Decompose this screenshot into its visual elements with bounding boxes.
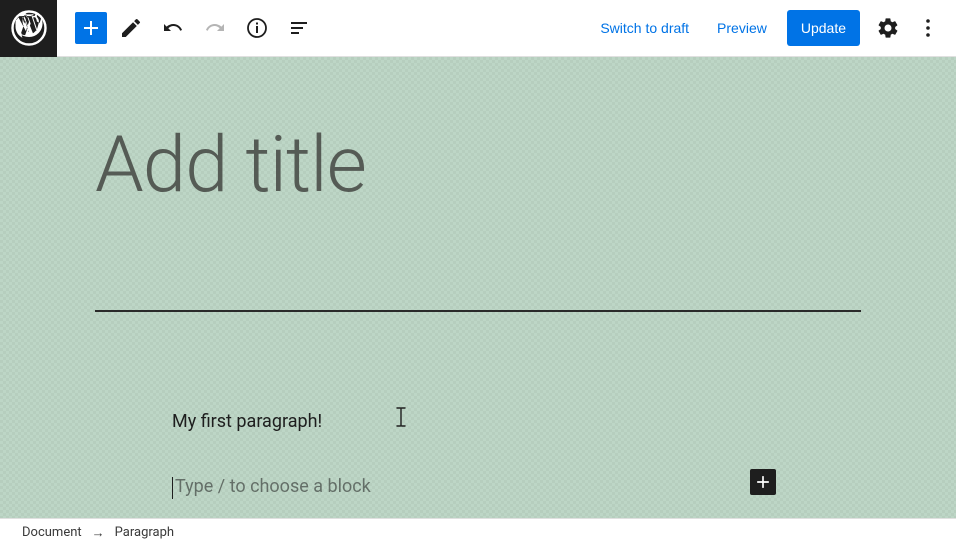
content-area: Add title [95, 57, 861, 205]
empty-block-prompt[interactable]: Type / to choose a block [172, 475, 371, 497]
outline-button[interactable] [281, 10, 317, 46]
preview-button[interactable]: Preview [705, 12, 779, 44]
editor-canvas[interactable]: Add title My first paragraph! Type / to … [0, 57, 956, 518]
options-button[interactable] [910, 10, 946, 46]
info-icon [245, 16, 269, 40]
tools-button[interactable] [113, 10, 149, 46]
paragraph-block-1[interactable]: My first paragraph! [172, 411, 322, 432]
undo-icon [161, 16, 185, 40]
wordpress-icon [11, 10, 47, 46]
switch-to-draft-button[interactable]: Switch to draft [588, 12, 701, 44]
chevron-right-icon: → [92, 525, 105, 541]
editor-top-toolbar: Switch to draft Preview Update [0, 0, 956, 57]
breadcrumb-current[interactable]: Paragraph [115, 525, 174, 540]
gear-icon [876, 16, 900, 40]
text-caret [172, 477, 173, 499]
toolbar-right-group: Switch to draft Preview Update [588, 10, 956, 46]
list-view-icon [287, 16, 311, 40]
add-block-button[interactable] [75, 12, 107, 44]
text-cursor-icon [395, 407, 407, 432]
block-breadcrumb: Document → Paragraph [0, 518, 956, 546]
breadcrumb-root[interactable]: Document [22, 525, 82, 540]
plus-icon [753, 472, 773, 492]
toolbar-left-group [57, 10, 317, 46]
undo-button[interactable] [155, 10, 191, 46]
redo-icon [203, 16, 227, 40]
plus-icon [79, 16, 103, 40]
update-button[interactable]: Update [787, 10, 860, 46]
settings-button[interactable] [870, 10, 906, 46]
post-title-input[interactable]: Add title [95, 127, 861, 205]
block-prompt-text: Type / to choose a block [175, 476, 371, 497]
wordpress-logo[interactable] [0, 0, 57, 57]
details-button[interactable] [239, 10, 275, 46]
title-underline [95, 310, 861, 312]
inline-add-block-button[interactable] [750, 469, 776, 495]
redo-button[interactable] [197, 10, 233, 46]
ellipsis-vertical-icon [916, 16, 940, 40]
pencil-icon [119, 16, 143, 40]
